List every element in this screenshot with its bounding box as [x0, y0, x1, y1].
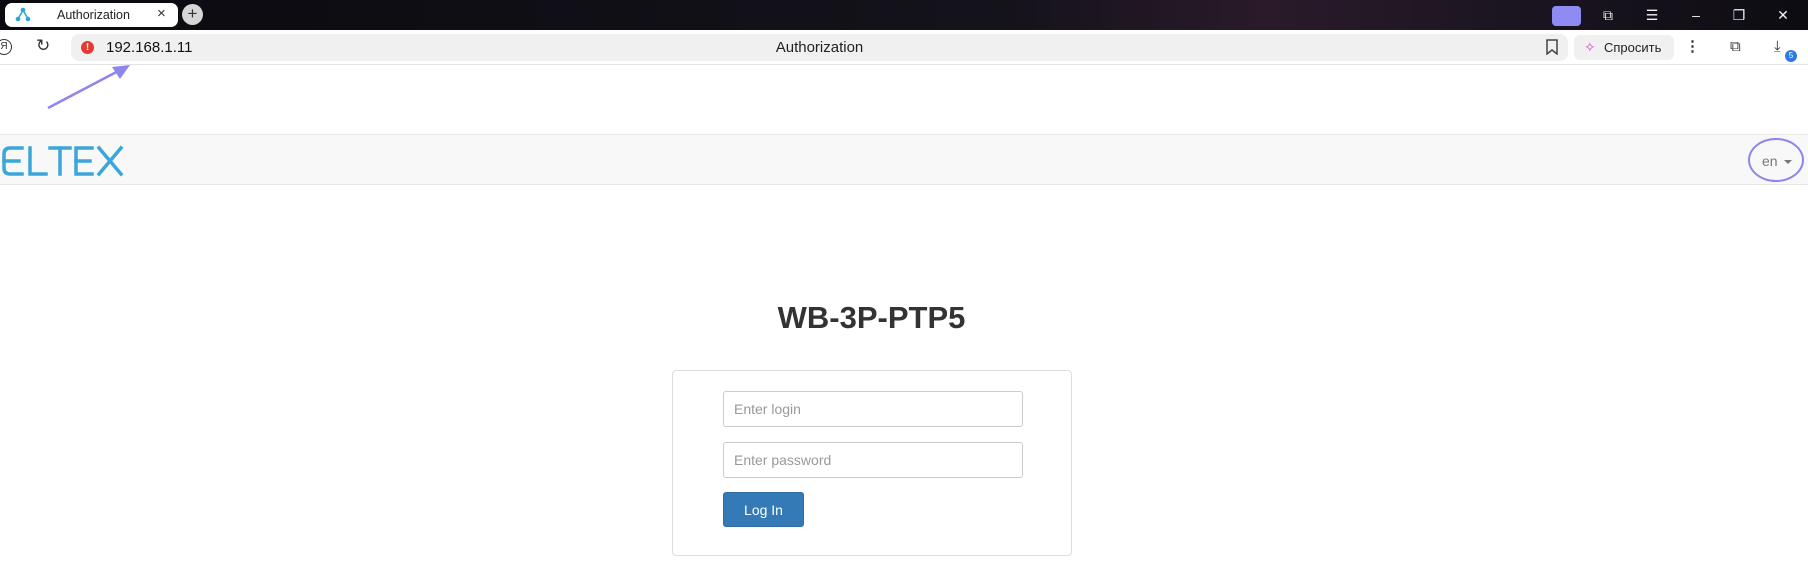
tab-title: Authorization — [57, 8, 130, 22]
network-favicon-icon — [15, 7, 31, 22]
security-warning-icon[interactable]: ! — [81, 41, 94, 54]
downloads-badge: 5 — [1785, 50, 1797, 62]
reload-icon[interactable]: ↻ — [36, 36, 50, 56]
ask-button[interactable]: ✧ Спросить — [1574, 35, 1674, 60]
new-tab-button[interactable]: + — [182, 4, 203, 25]
window-minimize-icon[interactable]: – — [1686, 6, 1706, 24]
bookmark-icon[interactable] — [1546, 39, 1558, 55]
downloads-icon[interactable]: ⤓ — [1774, 38, 1781, 55]
url-text[interactable]: 192.168.1.11 — [106, 39, 192, 56]
annotation-circle — [1748, 138, 1804, 182]
device-name-heading: WB-3P-PTP5 — [777, 300, 966, 335]
browser-tab-active[interactable]: Authorization × — [5, 3, 178, 27]
ask-button-label: Спросить — [1604, 40, 1662, 55]
menu-dots-icon[interactable]: ⋮ — [1685, 37, 1700, 55]
browser-address-row: Я ↻ ! 192.168.1.11 Authorization ✧ Спрос… — [0, 30, 1808, 65]
address-page-title: Authorization — [775, 39, 864, 56]
address-bar[interactable]: ! 192.168.1.11 Authorization — [71, 34, 1568, 61]
password-input[interactable] — [723, 442, 1023, 478]
ask-alice-icon: ✧ — [1584, 39, 1596, 55]
top-navbar: en — [0, 134, 1808, 185]
window-close-icon[interactable]: ✕ — [1773, 6, 1793, 24]
collections-icon[interactable]: ⧉ — [1730, 38, 1741, 55]
login-panel: Log In — [672, 370, 1072, 556]
window-restore-icon[interactable]: ❐ — [1729, 6, 1749, 24]
yandex-back-icon[interactable]: Я — [0, 39, 12, 55]
profile-folder-icon[interactable] — [1552, 6, 1581, 26]
tab-close-icon[interactable]: × — [157, 5, 166, 22]
eltex-logo[interactable] — [2, 145, 126, 177]
login-input[interactable] — [723, 391, 1023, 427]
browser-tab-strip: Authorization × + ⧉ ☰ – ❐ ✕ — [0, 0, 1808, 30]
bookmarks-panel-icon[interactable]: ⧉ — [1598, 6, 1618, 24]
hamburger-menu-icon[interactable]: ☰ — [1642, 6, 1662, 24]
log-in-button[interactable]: Log In — [723, 492, 804, 527]
annotation-arrow — [47, 65, 130, 110]
